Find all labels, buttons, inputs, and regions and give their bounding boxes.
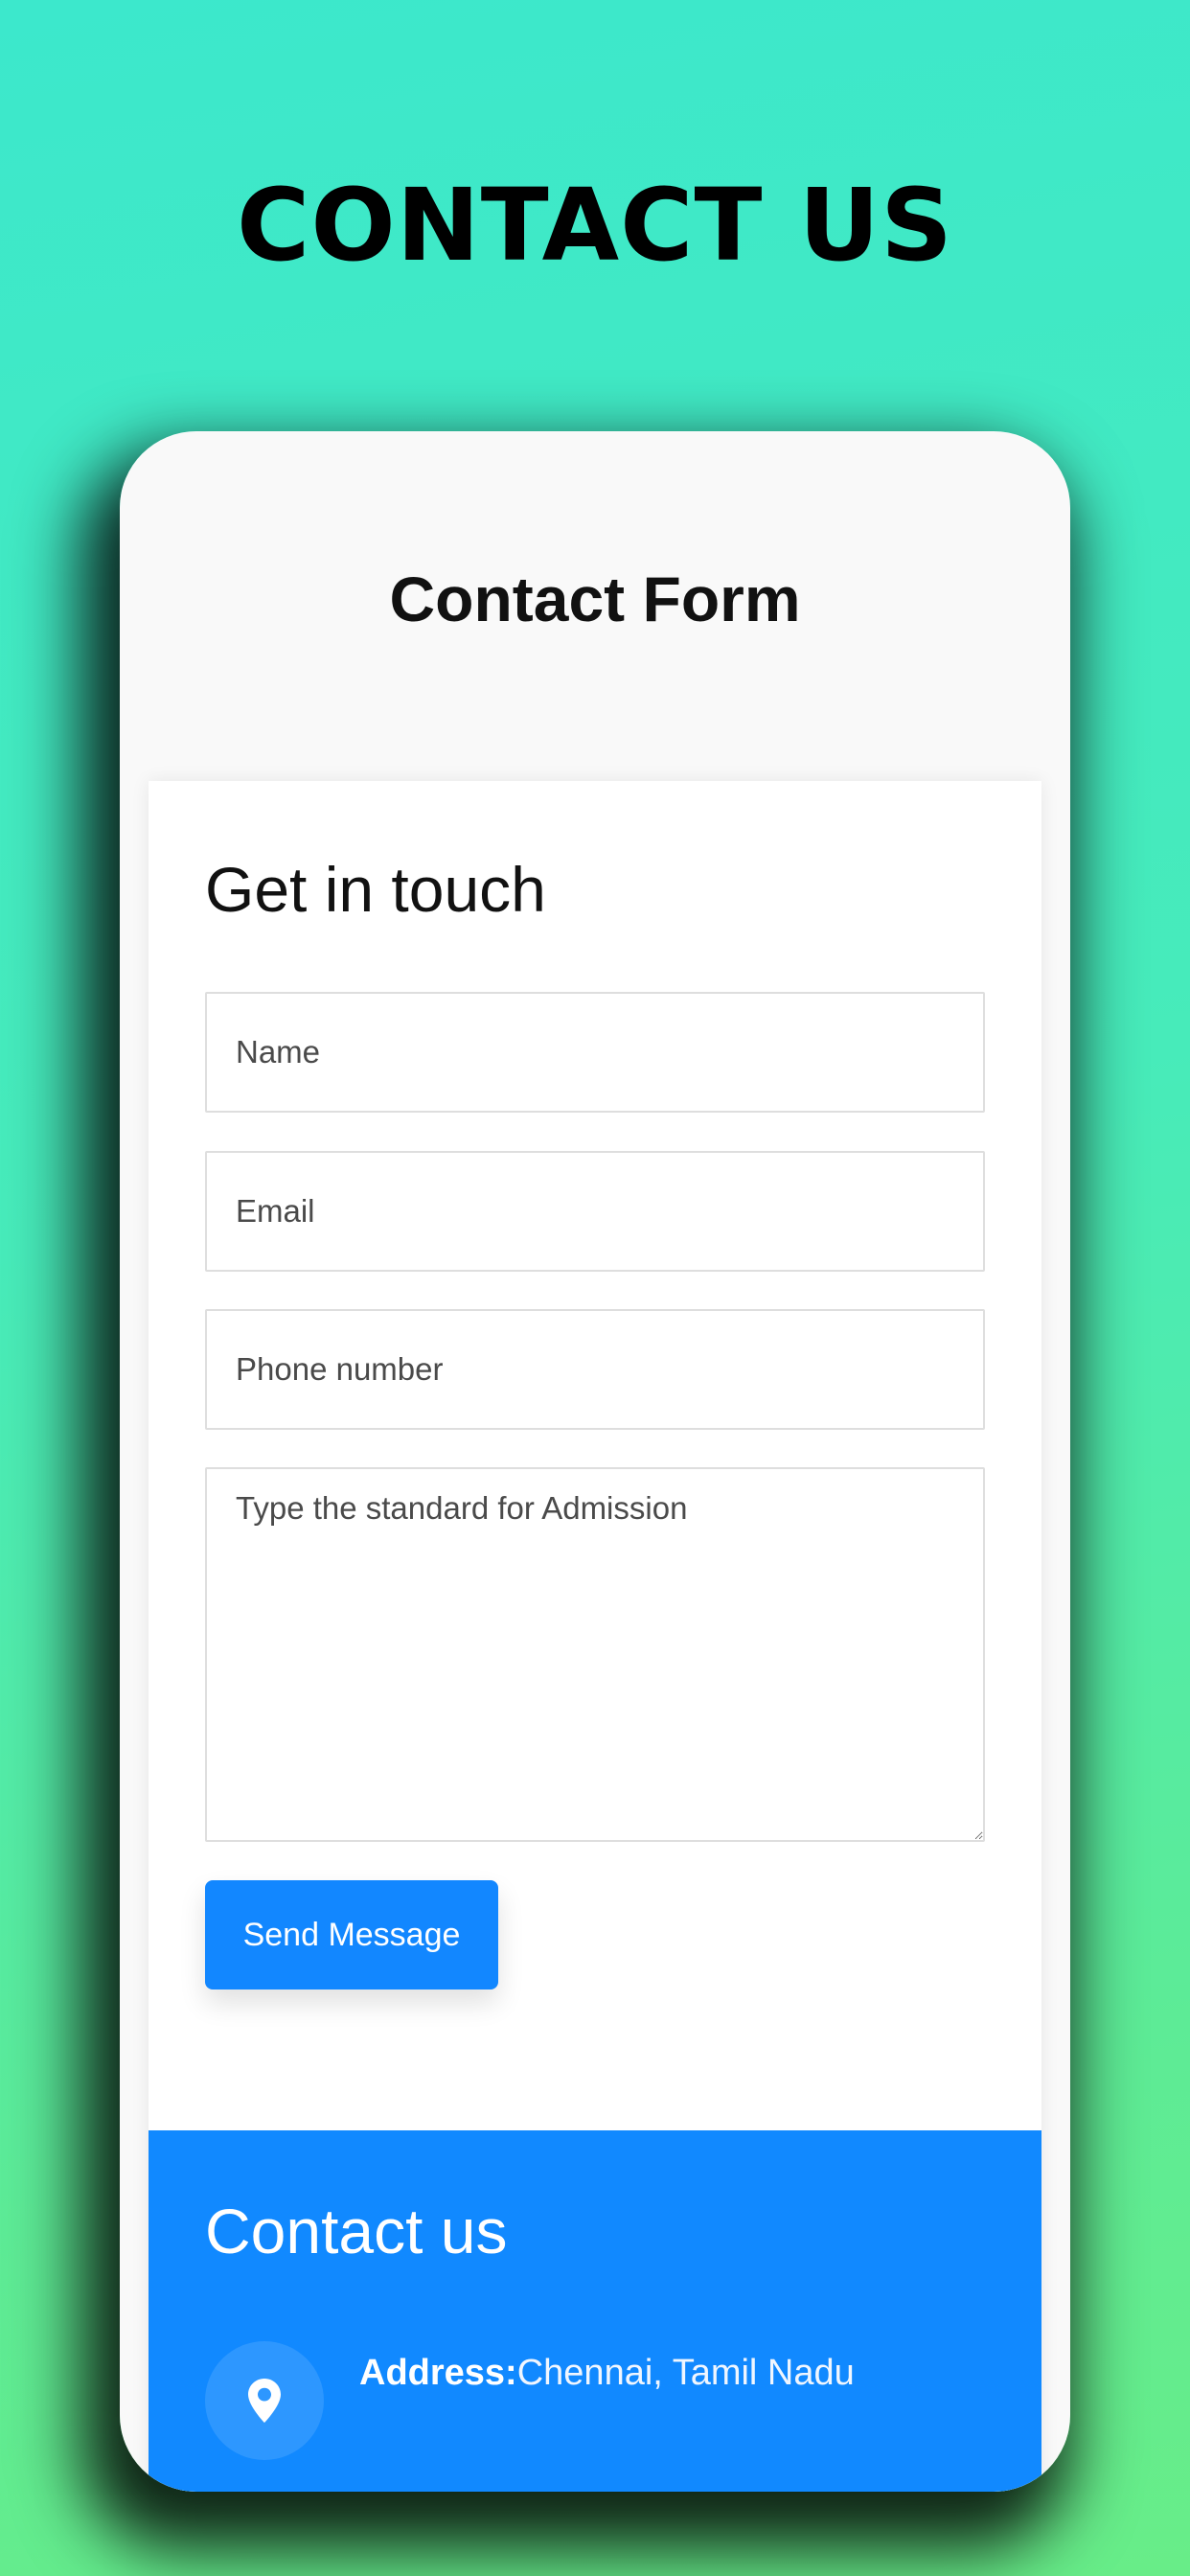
name-input[interactable]: [205, 992, 985, 1113]
device-frame: Contact Form Get in touch Send Message C…: [120, 431, 1070, 2492]
phone-input[interactable]: [205, 1309, 985, 1430]
message-textarea[interactable]: [205, 1467, 985, 1842]
address-row: Address:Chennai, Tamil Nadu: [205, 2341, 991, 2460]
app-title: Contact Form: [389, 564, 801, 634]
map-pin-icon-svg: [248, 2379, 281, 2423]
send-message-button[interactable]: Send Message: [205, 1880, 498, 1990]
address-label: Address:: [359, 2353, 517, 2393]
email-input[interactable]: [205, 1151, 985, 1272]
form-heading: Get in touch: [205, 854, 546, 925]
contact-heading: Contact us: [205, 2196, 508, 2266]
page-title: CONTACT US: [237, 167, 953, 284]
address-value: Chennai, Tamil Nadu: [516, 2353, 855, 2393]
address-text: Address:Chennai, Tamil Nadu: [359, 2349, 855, 2397]
contact-info-panel: Contact us Address:Chennai, Tamil Nadu: [149, 2130, 1041, 2492]
map-pin-icon: [205, 2341, 324, 2460]
